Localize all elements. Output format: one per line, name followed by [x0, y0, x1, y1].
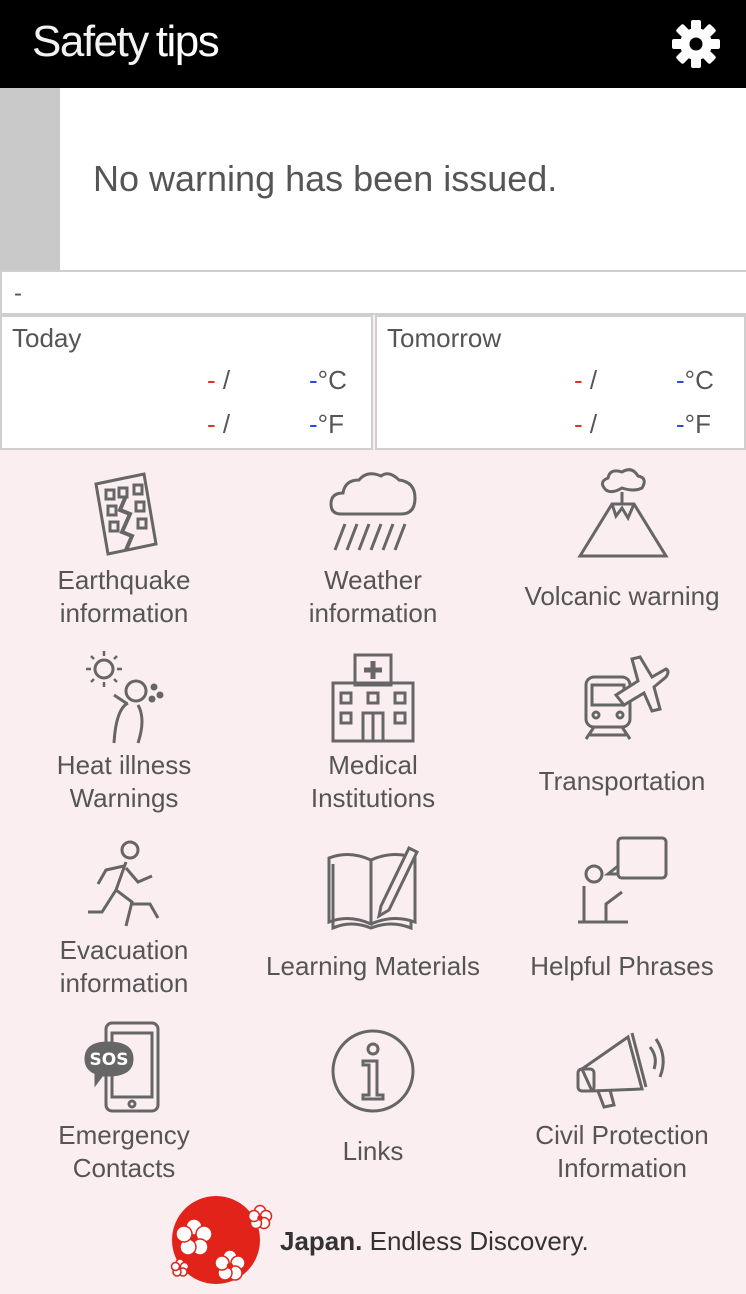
volcano-icon [577, 468, 669, 558]
menu-label: Helpful Phrases [530, 951, 714, 981]
menu-learning-materials[interactable]: Learning Materials [249, 822, 497, 1007]
menu-label: Learning Materials [266, 951, 480, 981]
forecast-day-label: Tomorrow [387, 323, 502, 353]
menu-label: Civil Protection Information [535, 1120, 709, 1183]
menu-grid: Earthquake information Weather information… [0, 452, 746, 1192]
warning-panel[interactable]: No warning has been issued. [0, 88, 746, 270]
gear-icon[interactable] [670, 18, 722, 70]
menu-label: Evacuation information [59, 935, 189, 998]
area-row[interactable]: - [0, 270, 746, 315]
temp-high-f: - / [574, 409, 598, 439]
menu-links[interactable]: Links [249, 1007, 497, 1192]
hospital-icon [331, 653, 415, 743]
temp-high-f: - / [207, 409, 231, 439]
book-pen-icon [327, 845, 419, 931]
speech-person-icon [578, 836, 668, 924]
area-name: - [14, 280, 22, 307]
temp-low-f: -°F [676, 409, 711, 439]
menu-evacuation-information[interactable]: Evacuation information [0, 822, 248, 1007]
menu-transportation[interactable]: Transportation [498, 637, 746, 822]
menu-weather-information[interactable]: Weather information [249, 452, 497, 637]
temp-low-c: -°C [676, 365, 714, 395]
megaphone-icon [576, 1032, 665, 1109]
train-plane-icon [584, 655, 670, 740]
menu-earthquake-information[interactable]: Earthquake information [0, 452, 248, 637]
warning-message: No warning has been issued. [93, 158, 558, 199]
temp-low-f: -°F [309, 409, 344, 439]
temp-high-c: - / [207, 365, 231, 395]
forecast-day-label: Today [12, 323, 82, 353]
rain-cloud-icon [329, 472, 417, 551]
forecast-today: Today - / -°C - / -°F [0, 315, 373, 450]
temp-high-c: - / [574, 365, 598, 395]
sos-phone-icon: SOS [84, 1021, 160, 1113]
warning-level-stripe [0, 88, 60, 270]
app-title-part2: tips [155, 17, 220, 66]
building-crack-icon [94, 472, 158, 556]
menu-label: Volcanic warning [524, 581, 720, 611]
info-icon [331, 1029, 415, 1113]
temp-low-c: -°C [309, 365, 347, 395]
menu-label: Weather information [308, 565, 438, 628]
cherry-blossom-logo-icon [170, 1196, 273, 1284]
forecast-tomorrow: Tomorrow - / -°C - / -°F [375, 315, 746, 450]
menu-civil-protection-information[interactable]: Civil Protection Information [498, 1007, 746, 1192]
heat-person-icon [86, 651, 164, 744]
menu-label: Emergency Contacts [58, 1120, 190, 1183]
menu-emergency-contacts[interactable]: SOS Emergency Contacts [0, 1007, 248, 1192]
app-title-part1: Safety [32, 17, 149, 66]
svg-text:SOS: SOS [90, 1050, 129, 1070]
menu-heat-illness-warnings[interactable]: Heat illness Warnings [0, 637, 248, 822]
footer-logo: Japan. Endless Discovery. [160, 1192, 590, 1292]
brand-tagline: Japan. Endless Discovery. [280, 1226, 589, 1256]
menu-label: Heat illness Warnings [56, 750, 192, 813]
app-header: Safety tips [0, 0, 746, 88]
menu-medical-institutions[interactable]: Medical Institutions [249, 637, 497, 822]
app-title: Safety tips [32, 16, 220, 68]
menu-label: Medical Institutions [310, 750, 436, 813]
menu-label: Earthquake information [57, 565, 191, 628]
menu-label: Transportation [538, 766, 706, 796]
menu-helpful-phrases[interactable]: Helpful Phrases [498, 822, 746, 1007]
menu-volcanic-warning[interactable]: Volcanic warning [498, 452, 746, 637]
menu-label: Links [342, 1136, 404, 1166]
running-person-icon [88, 840, 160, 927]
